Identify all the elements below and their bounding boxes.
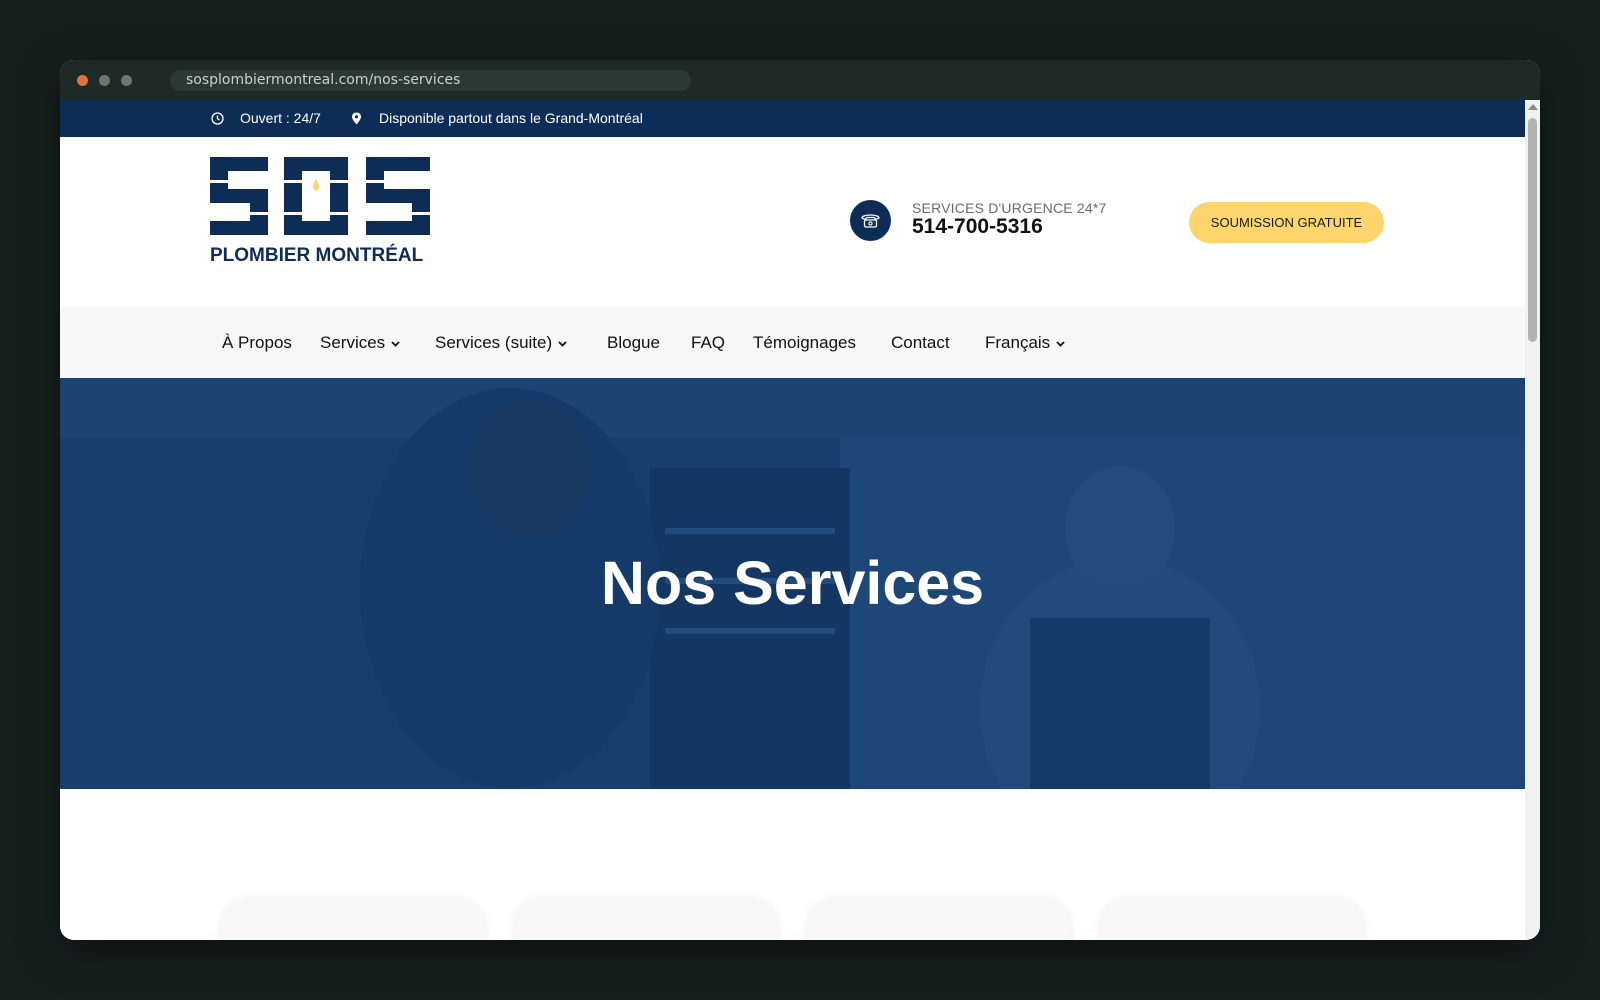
service-area: Disponible partout dans le Grand-Montréa… bbox=[379, 110, 643, 126]
nav-item-label: Services (suite) bbox=[435, 333, 553, 352]
nav-item-label: Blogue bbox=[607, 333, 660, 352]
nav-item-label: À Propos bbox=[222, 333, 292, 352]
web-page: Ouvert : 24/7 Disponible partout dans le… bbox=[60, 100, 1525, 940]
phone-button[interactable] bbox=[850, 200, 891, 241]
nav-item-services[interactable]: Services bbox=[320, 307, 400, 378]
site-header: PLOMBIER MONTRÉAL SERVICES D'URGENCE 24*… bbox=[60, 137, 1525, 307]
nav-item-services-suite[interactable]: Services (suite) bbox=[435, 307, 567, 378]
nav-item-language[interactable]: Français bbox=[985, 307, 1065, 378]
free-quote-button[interactable]: SOUMISSION GRATUITE bbox=[1189, 202, 1384, 243]
browser-titlebar: sosplombiermontreal.com/nos-services bbox=[60, 60, 1540, 100]
phone-number[interactable]: 514-700-5316 bbox=[912, 215, 1043, 239]
address-bar[interactable]: sosplombiermontreal.com/nos-services bbox=[170, 70, 691, 91]
nav-item-label: Contact bbox=[891, 333, 950, 352]
main-navigation: À Propos Services Services (suite) Blogu… bbox=[60, 307, 1525, 378]
clock-icon bbox=[211, 112, 224, 125]
chevron-down-icon bbox=[391, 340, 400, 347]
nav-item-contact[interactable]: Contact bbox=[891, 307, 950, 378]
scroll-up-arrow-icon[interactable] bbox=[1528, 104, 1538, 110]
minimize-window-button[interactable] bbox=[99, 75, 110, 86]
nav-item-label: Services bbox=[320, 333, 386, 352]
hero-banner: Nos Services bbox=[60, 378, 1525, 789]
close-window-button[interactable] bbox=[77, 75, 88, 86]
site-logo[interactable]: PLOMBIER MONTRÉAL bbox=[206, 155, 438, 267]
nav-item-label: FAQ bbox=[691, 333, 726, 352]
emergency-label: SERVICES D'URGENCE 24*7 bbox=[912, 200, 1107, 216]
page-scrollbar[interactable] bbox=[1525, 100, 1540, 940]
service-card[interactable] bbox=[222, 900, 484, 940]
top-info-bar: Ouvert : 24/7 Disponible partout dans le… bbox=[60, 100, 1525, 137]
nav-item-blogue[interactable]: Blogue bbox=[607, 307, 660, 378]
nav-item-label: Témoignages bbox=[753, 333, 857, 352]
telephone-icon bbox=[861, 214, 880, 228]
opening-hours: Ouvert : 24/7 bbox=[240, 110, 321, 126]
sos-logo-icon: PLOMBIER MONTRÉAL bbox=[206, 157, 434, 266]
service-card[interactable] bbox=[515, 900, 777, 940]
page-title: Nos Services bbox=[600, 549, 985, 617]
nav-item-faq[interactable]: FAQ bbox=[691, 307, 725, 378]
scrollbar-thumb[interactable] bbox=[1528, 118, 1537, 342]
nav-item-temoignages[interactable]: Témoignages bbox=[753, 307, 856, 378]
browser-window: sosplombiermontreal.com/nos-services Ouv… bbox=[60, 60, 1540, 940]
svg-text:PLOMBIER MONTRÉAL: PLOMBIER MONTRÉAL bbox=[210, 244, 424, 266]
chevron-down-icon bbox=[1056, 340, 1065, 347]
service-card[interactable] bbox=[1101, 900, 1363, 940]
nav-item-label: Français bbox=[985, 333, 1051, 352]
maximize-window-button[interactable] bbox=[121, 75, 132, 86]
service-card[interactable] bbox=[808, 900, 1070, 940]
chevron-down-icon bbox=[558, 340, 567, 347]
nav-item-a-propos[interactable]: À Propos bbox=[222, 307, 292, 378]
location-pin-icon bbox=[352, 112, 361, 125]
